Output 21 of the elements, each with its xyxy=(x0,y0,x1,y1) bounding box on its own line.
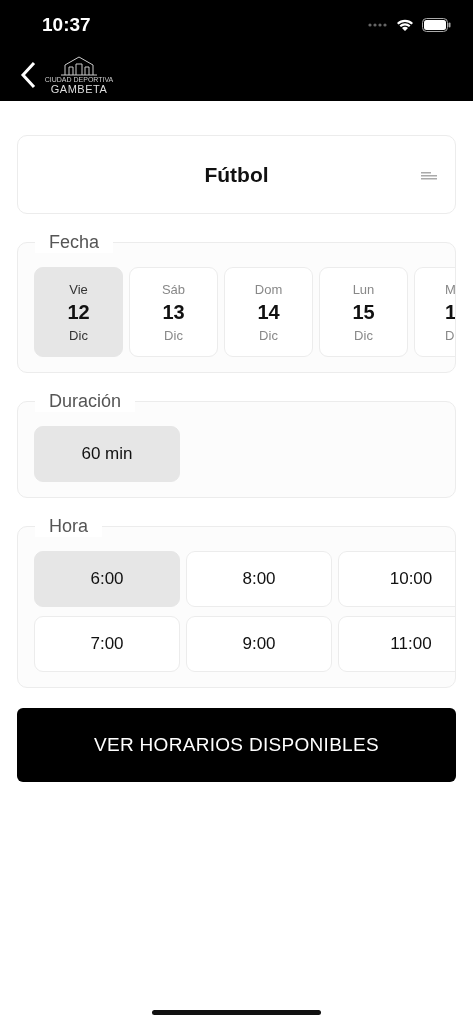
duration-option[interactable]: 60 min xyxy=(34,426,180,482)
hour-option[interactable]: 10:00 xyxy=(338,551,455,607)
signal-icon xyxy=(368,23,388,27)
battery-icon xyxy=(422,18,451,32)
back-icon[interactable] xyxy=(20,61,36,89)
date-card[interactable]: Sáb 13 Dic xyxy=(129,267,218,357)
wifi-icon xyxy=(396,18,414,32)
date-card[interactable]: Dom 14 Dic xyxy=(224,267,313,357)
hour-option[interactable]: 8:00 xyxy=(186,551,332,607)
date-card[interactable]: Vie 12 Dic xyxy=(34,267,123,357)
building-icon xyxy=(59,55,99,76)
date-card[interactable]: M 1 D xyxy=(414,267,455,357)
date-card[interactable]: Lun 15 Dic xyxy=(319,267,408,357)
status-time: 10:37 xyxy=(42,14,91,36)
hour-option[interactable]: 7:00 xyxy=(34,616,180,672)
hour-option[interactable]: 11:00 xyxy=(338,616,455,672)
hour-option[interactable]: 6:00 xyxy=(34,551,180,607)
sport-title: Fútbol xyxy=(204,162,269,187)
logo-title: GAMBETA xyxy=(50,82,108,95)
hour-option[interactable]: 9:00 xyxy=(186,616,332,672)
view-schedules-button[interactable]: VER HORARIOS DISPONIBLES xyxy=(17,708,456,782)
